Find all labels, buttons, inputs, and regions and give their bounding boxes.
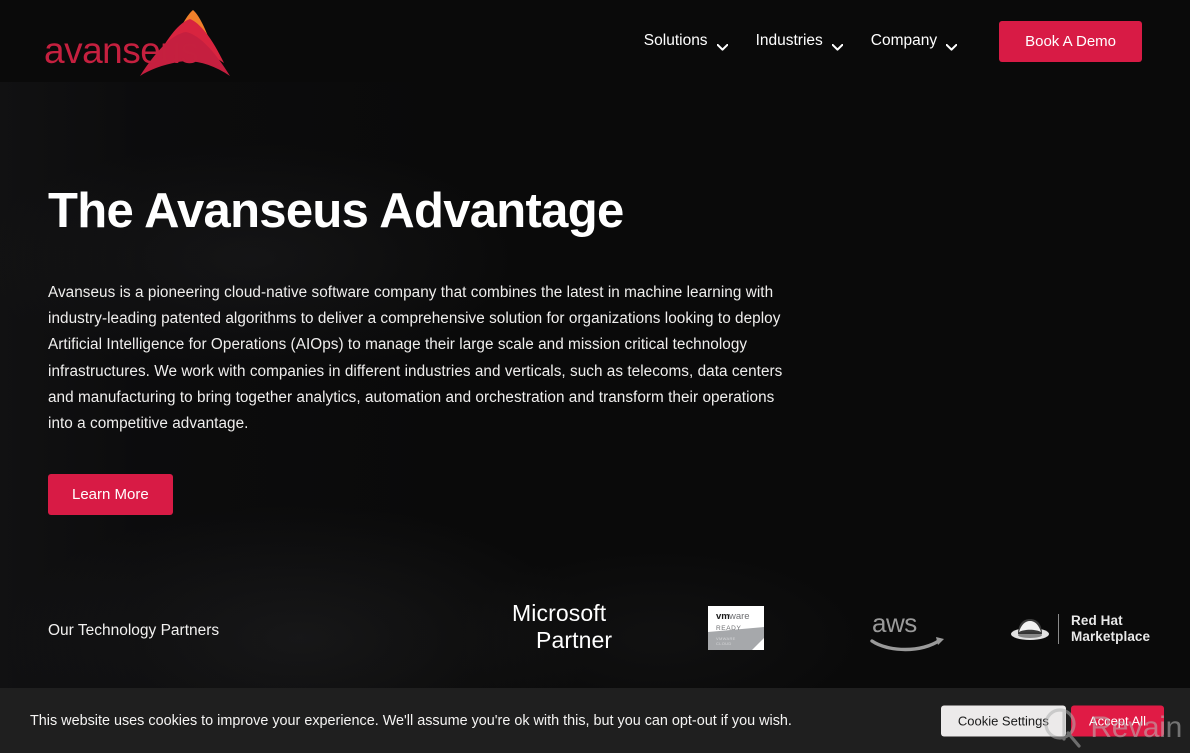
nav-item-industries-label: Industries bbox=[755, 32, 823, 49]
book-a-demo-button[interactable]: Book A Demo bbox=[999, 20, 1142, 62]
divider bbox=[1058, 614, 1059, 644]
svg-text:vm: vm bbox=[716, 611, 730, 622]
accept-all-button[interactable]: Accept All bbox=[1070, 705, 1164, 736]
cookie-actions: Cookie Settings Accept All bbox=[940, 705, 1164, 736]
nav-item-company-label: Company bbox=[870, 32, 938, 49]
page-title: The Avanseus Advantage bbox=[48, 184, 624, 238]
red-hat-line1: Red Hat bbox=[1071, 613, 1123, 628]
microsoft-partner-line2: Partner bbox=[536, 627, 613, 653]
vmware-ready-badge-svg: vm ware READY VMWARE CLOUD bbox=[708, 606, 764, 650]
nav-item-industries[interactable]: Industries bbox=[742, 32, 857, 51]
partners-label: Our Technology Partners bbox=[48, 622, 220, 639]
nav-item-solutions[interactable]: Solutions bbox=[630, 32, 742, 51]
svg-text:avanseus: avanseus bbox=[44, 30, 198, 71]
nav-item-solutions-label: Solutions bbox=[643, 32, 708, 49]
microsoft-partner-logo[interactable]: Microsoft Partner bbox=[512, 600, 612, 654]
site-header: avanseus Solutions Industries Company Bo… bbox=[0, 0, 1190, 82]
aws-logo[interactable]: aws bbox=[866, 608, 948, 652]
cookie-consent-banner: This website uses cookies to improve you… bbox=[0, 688, 1190, 753]
hero-paragraph: Avanseus is a pioneering cloud-native so… bbox=[48, 284, 783, 433]
page-root: avanseus Solutions Industries Company Bo… bbox=[0, 0, 1190, 753]
main-navigation: Solutions Industries Company Book A Demo bbox=[630, 0, 1142, 82]
red-hat-line2: Marketplace bbox=[1071, 629, 1151, 644]
nav-item-company[interactable]: Company bbox=[857, 32, 971, 51]
chevron-down-icon bbox=[831, 38, 844, 51]
cookie-message: This website uses cookies to improve you… bbox=[30, 712, 792, 729]
svg-text:READY: READY bbox=[716, 625, 741, 632]
svg-text:aws: aws bbox=[872, 608, 917, 638]
microsoft-partner-line1: Microsoft bbox=[512, 600, 607, 626]
red-hat-fedora-icon bbox=[1010, 616, 1050, 642]
avanseus-logo-svg: avanseus bbox=[44, 10, 230, 76]
vmware-ready-badge[interactable]: vm ware READY VMWARE CLOUD bbox=[708, 606, 764, 650]
svg-text:CLOUD: CLOUD bbox=[716, 641, 732, 646]
red-hat-marketplace-text: Red Hat Marketplace bbox=[1071, 613, 1150, 645]
technology-partners-section: Our Technology Partners Microsoft Partne… bbox=[0, 594, 1190, 678]
red-hat-marketplace-logo[interactable]: Red Hat Marketplace bbox=[1010, 608, 1150, 650]
learn-more-button[interactable]: Learn More bbox=[48, 474, 173, 515]
chevron-down-icon bbox=[945, 38, 958, 51]
avanseus-logo[interactable]: avanseus bbox=[44, 6, 230, 76]
chevron-down-icon bbox=[716, 38, 728, 51]
cookie-settings-button[interactable]: Cookie Settings bbox=[940, 705, 1066, 736]
aws-logo-svg: aws bbox=[870, 608, 944, 652]
svg-text:ware: ware bbox=[728, 611, 750, 622]
